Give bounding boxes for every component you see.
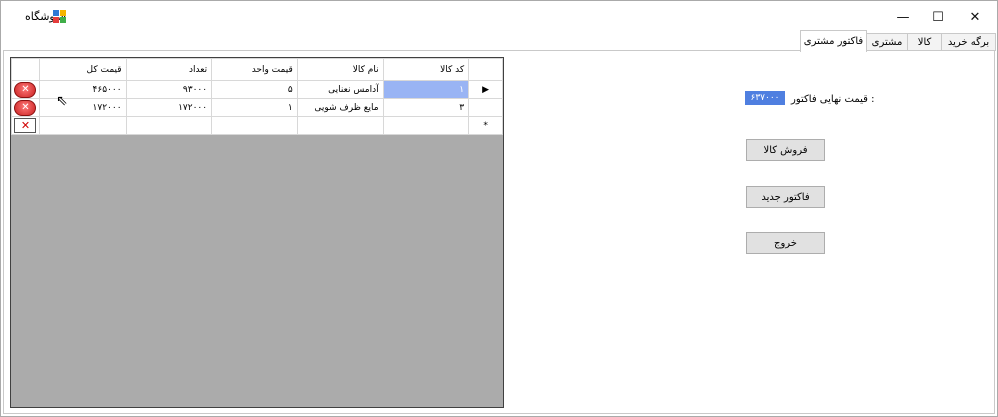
invoice-table: قیمت کل تعداد قیمت واحد نام کالا کد کالا… xyxy=(11,58,503,135)
cell-name[interactable]: مایع ظرف شویی xyxy=(296,98,384,117)
new-row-marker[interactable]: * xyxy=(468,116,503,135)
cell-code[interactable]: ۳ xyxy=(382,98,470,117)
tab-strip: برگه خرید کالا مشتری فاکتور مشتری xyxy=(1,29,997,52)
exit-button[interactable]: خروج xyxy=(746,232,825,254)
cell-name[interactable] xyxy=(296,116,384,135)
sell-button[interactable]: فروش کالا xyxy=(746,139,825,161)
delete-icon[interactable]: ✕ xyxy=(14,99,37,116)
table-header-row: قیمت کل تعداد قیمت واحد نام کالا کد کالا xyxy=(11,58,503,81)
cell-unit-price[interactable] xyxy=(211,116,298,135)
table-row[interactable]: ✕ ۱۷۲۰۰۰ ۱۷۲۰۰۰ ۱ مایع ظرف شویی ۳ xyxy=(11,98,503,117)
close-button[interactable]: ✕ xyxy=(953,5,997,29)
column-header-qty[interactable]: تعداد xyxy=(125,58,213,81)
cell-qty[interactable] xyxy=(125,116,213,135)
column-header-code[interactable]: کد کالا xyxy=(382,58,470,81)
invoice-total-label: قیمت نهایی فاکتور : xyxy=(791,94,875,105)
delete-cell[interactable]: ✕ xyxy=(11,116,40,135)
cell-code[interactable] xyxy=(382,116,470,135)
cell-qty[interactable]: ۱۷۲۰۰۰ xyxy=(125,98,213,117)
cell-code[interactable]: ۱ xyxy=(382,80,470,99)
cell-total[interactable]: ۱۷۲۰۰۰ xyxy=(38,98,127,117)
tab-customer-invoice[interactable]: فاکتور مشتری xyxy=(800,30,867,52)
cell-name[interactable]: آدامس نعنایی xyxy=(296,80,384,99)
new-invoice-button[interactable]: فاکتور جدید xyxy=(746,186,825,208)
delete-column-header xyxy=(11,58,40,81)
app-grid-icon xyxy=(53,10,66,23)
invoice-total-value: ۶۳۷۰۰۰ xyxy=(745,91,785,105)
cell-total[interactable]: ۴۶۵۰۰۰ xyxy=(38,80,127,99)
current-row-marker[interactable]: ▶ xyxy=(468,80,503,99)
delete-cell[interactable]: ✕ xyxy=(11,98,40,117)
invoice-grid[interactable]: قیمت کل تعداد قیمت واحد نام کالا کد کالا… xyxy=(10,57,504,408)
mouse-cursor-icon: ⇖ xyxy=(56,93,68,109)
delete-x-icon[interactable]: ✕ xyxy=(14,118,37,133)
cell-unit-price[interactable]: ۵ xyxy=(211,80,298,99)
column-header-name[interactable]: نام کالا xyxy=(296,58,384,81)
new-row[interactable]: ✕ * xyxy=(11,116,503,135)
title-bar[interactable]: فروشگاه — ☐ ✕ xyxy=(1,3,997,29)
cell-unit-price[interactable]: ۱ xyxy=(211,98,298,117)
column-header-unit-price[interactable]: قیمت واحد xyxy=(211,58,298,81)
delete-cell[interactable]: ✕ xyxy=(11,80,40,99)
corner-header xyxy=(468,58,503,81)
cell-total[interactable] xyxy=(38,116,127,135)
tab-customer[interactable]: مشتری xyxy=(866,33,908,51)
tab-purchase-sheet[interactable]: برگه خرید xyxy=(941,33,996,51)
delete-icon[interactable]: ✕ xyxy=(14,81,37,98)
table-row[interactable]: ✕ ۴۶۵۰۰۰ ۹۳۰۰۰ ۵ آدامس نعنایی ۱ ▶ xyxy=(11,80,503,99)
row-header[interactable] xyxy=(468,98,503,117)
main-window: فروشگاه — ☐ ✕ برگه خرید کالا مشتری فاکتو… xyxy=(0,0,998,417)
column-header-total[interactable]: قیمت کل xyxy=(38,58,127,81)
tab-products[interactable]: کالا xyxy=(907,33,942,51)
cell-qty[interactable]: ۹۳۰۰۰ xyxy=(125,80,213,99)
